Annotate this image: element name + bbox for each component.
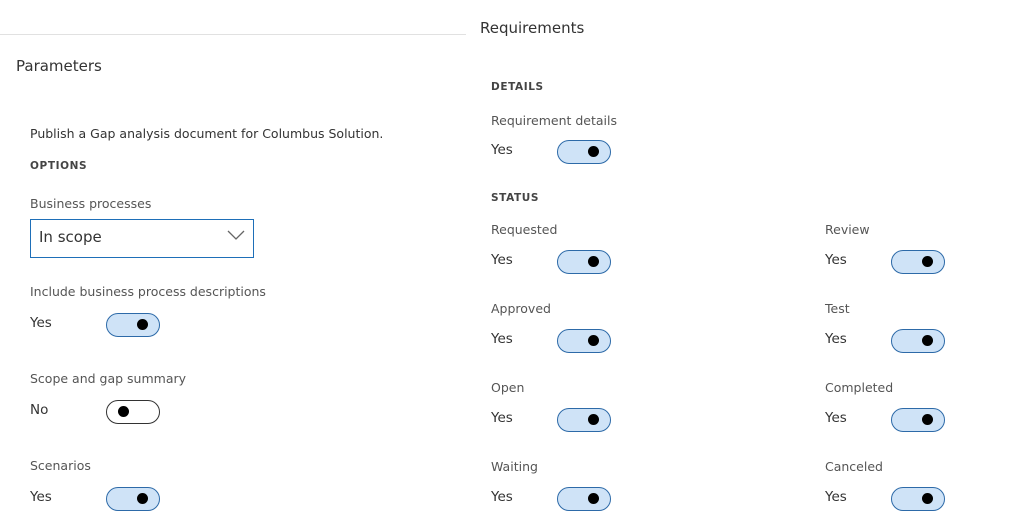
business-processes-value: In scope [39, 228, 102, 246]
approved-value: Yes [491, 331, 513, 347]
canceled-toggle[interactable] [891, 487, 945, 511]
scope-gap-summary-label: Scope and gap summary [30, 371, 187, 386]
scope-gap-summary-toggle[interactable] [106, 400, 160, 424]
scenarios-label: Scenarios [30, 458, 91, 473]
test-toggle[interactable] [891, 329, 945, 353]
toggle-knob [922, 414, 933, 425]
canceled-label: Canceled [825, 459, 883, 474]
requirements-title: Requirements [480, 19, 585, 37]
toggle-knob [588, 493, 599, 504]
open-label: Open [491, 380, 525, 395]
toggle-knob [922, 493, 933, 504]
scenarios-toggle[interactable] [106, 487, 160, 511]
include-descriptions-toggle[interactable] [106, 313, 160, 337]
canceled-value: Yes [825, 489, 847, 505]
business-processes-select[interactable]: In scope [30, 219, 254, 258]
open-toggle[interactable] [557, 408, 611, 432]
requested-label: Requested [491, 222, 558, 237]
toggle-knob [137, 319, 148, 330]
approved-toggle[interactable] [557, 329, 611, 353]
approved-label: Approved [491, 301, 551, 316]
toggle-knob [588, 256, 599, 267]
open-value: Yes [491, 410, 513, 426]
toggle-knob [922, 335, 933, 346]
test-label: Test [825, 301, 850, 316]
requirement-details-toggle[interactable] [557, 140, 611, 164]
review-label: Review [825, 222, 870, 237]
include-descriptions-value: Yes [30, 315, 52, 331]
toggle-knob [137, 493, 148, 504]
status-header: STATUS [491, 192, 540, 204]
details-header: DETAILS [491, 81, 544, 93]
include-descriptions-label: Include business process descriptions [30, 284, 266, 299]
test-value: Yes [825, 331, 847, 347]
waiting-value: Yes [491, 489, 513, 505]
header-divider [0, 34, 466, 35]
requested-value: Yes [491, 252, 513, 268]
review-toggle[interactable] [891, 250, 945, 274]
scope-gap-summary-value: No [30, 402, 49, 418]
parameters-title: Parameters [16, 57, 102, 75]
waiting-toggle[interactable] [557, 487, 611, 511]
requested-toggle[interactable] [557, 250, 611, 274]
description-text: Publish a Gap analysis document for Colu… [30, 126, 384, 141]
requirement-details-label: Requirement details [491, 113, 618, 128]
toggle-knob [922, 256, 933, 267]
toggle-knob [588, 146, 599, 157]
toggle-knob [118, 406, 129, 417]
completed-value: Yes [825, 410, 847, 426]
options-header: OPTIONS [30, 160, 88, 172]
review-value: Yes [825, 252, 847, 268]
completed-label: Completed [825, 380, 894, 395]
chevron-down-icon [227, 230, 245, 240]
completed-toggle[interactable] [891, 408, 945, 432]
waiting-label: Waiting [491, 459, 538, 474]
scenarios-value: Yes [30, 489, 52, 505]
toggle-knob [588, 414, 599, 425]
toggle-knob [588, 335, 599, 346]
business-processes-label: Business processes [30, 196, 152, 211]
requirement-details-value: Yes [491, 142, 513, 158]
gap-analysis-dialog: Parameters Publish a Gap analysis docume… [0, 0, 1023, 511]
